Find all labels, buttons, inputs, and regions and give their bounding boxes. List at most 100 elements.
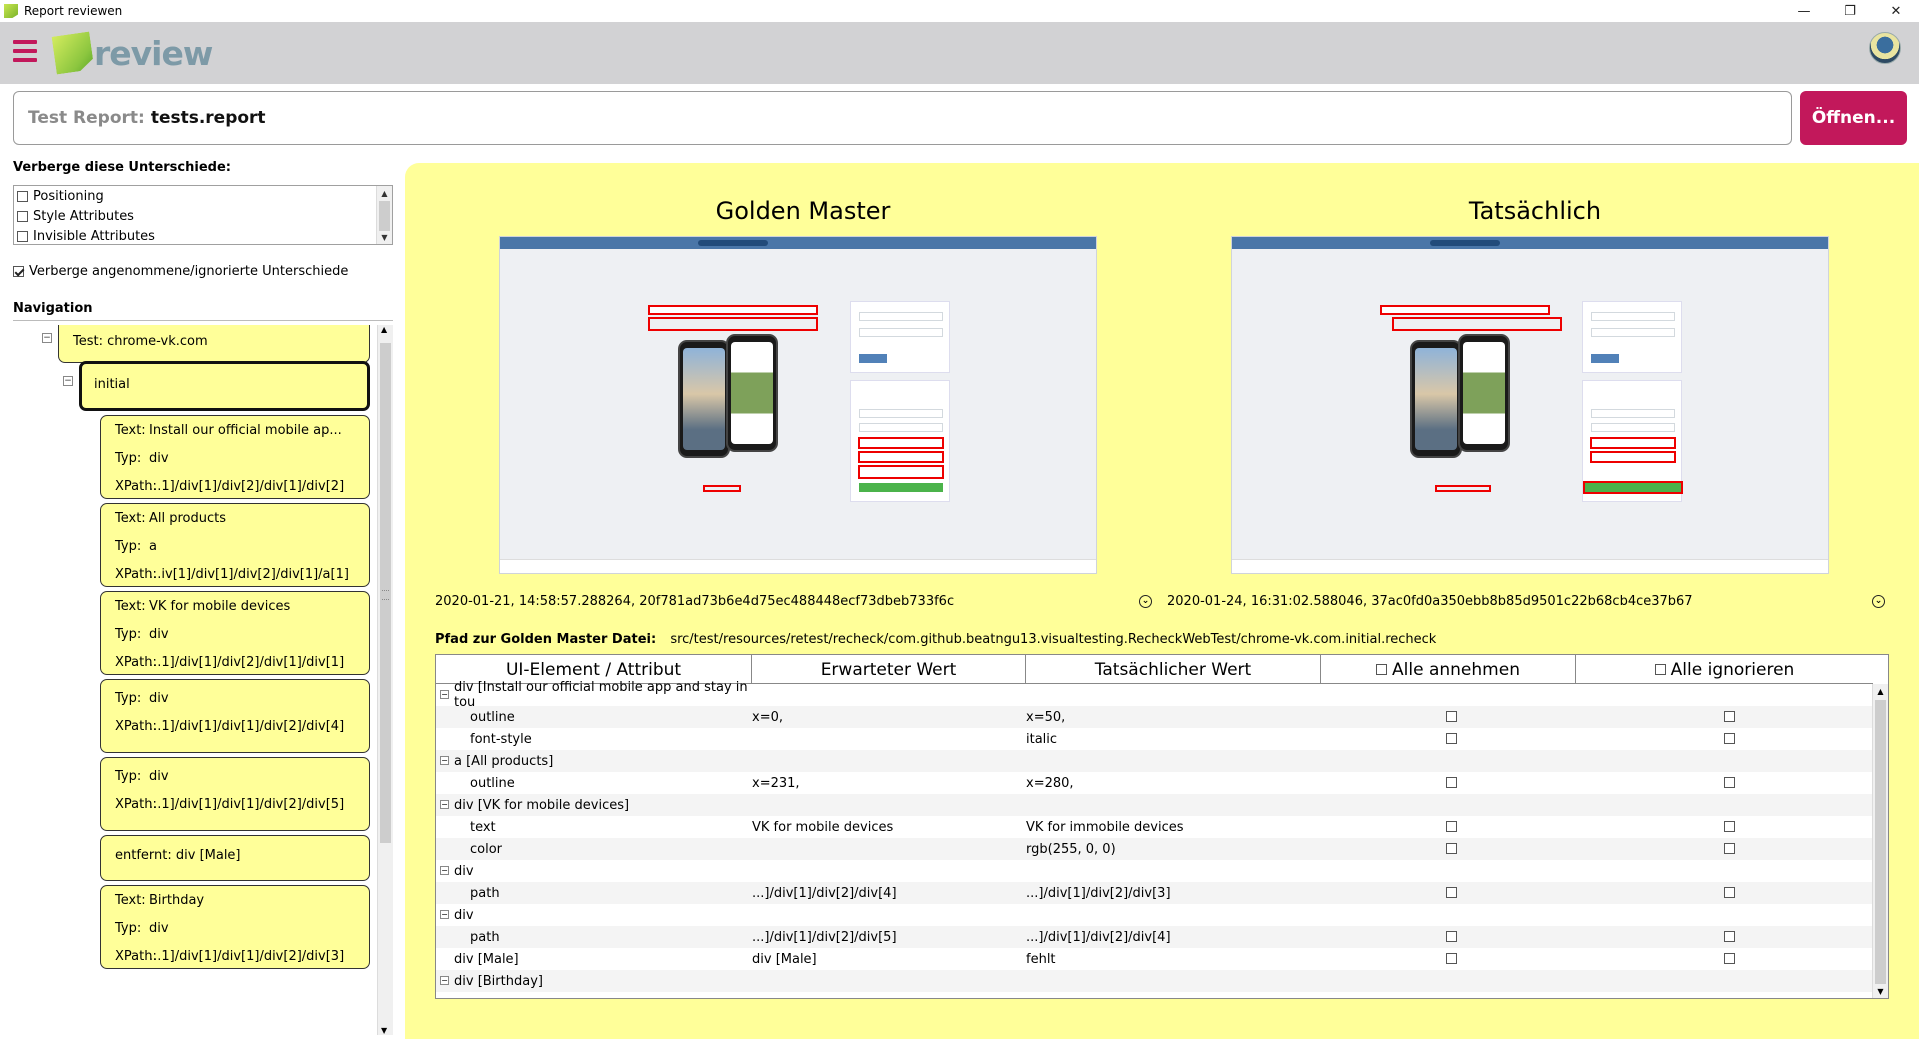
left-panel: Verberge diese Unterschiede: Positioning… [13,160,393,1039]
nav-test-node[interactable]: Test: chrome-vk.com [58,325,370,363]
actual-title: Tatsächlich [1468,197,1602,225]
restore-icon[interactable]: ❐ [1827,0,1873,22]
row-element-name: outline [470,775,515,791]
window-title: Report reviewen [24,4,123,18]
nav-diff-item[interactable]: Typ: div XPath: ...1]/div[1]/div[1]/div[2]… [100,757,370,831]
minimize-icon[interactable]: — [1781,0,1827,22]
accept-checkbox[interactable] [1446,887,1457,898]
golden-master-path: Pfad zur Golden Master Datei: src/test/r… [435,632,1436,647]
phone-image [678,340,730,458]
ignore-checkbox[interactable] [1724,733,1735,744]
nav-diff-item[interactable]: Text: Birthday Typ: div XPath: ...1]/div[1]… [100,885,370,969]
scroll-up-icon[interactable]: ▲ [1873,684,1888,698]
col-actual[interactable]: Tatsächlicher Wert [1026,655,1321,684]
table-row[interactable]: text VK for mobile devices VK for immobile… [436,816,1873,838]
checkbox-icon[interactable] [17,190,28,202]
ignore-checkbox[interactable] [1724,711,1735,722]
table-row[interactable]: − div [VK for mobile devices] [436,794,1873,816]
checkbox-checked-icon[interactable] [13,266,24,277]
scroll-up-icon[interactable]: ▲ [377,186,392,200]
row-actual-value: rgb(255, 0, 0) [1026,841,1116,857]
table-row[interactable]: − div [Birthday] [436,970,1873,992]
row-expected-value: ...]/div[1]/div[2]/div[5] [752,929,897,945]
accept-checkbox[interactable] [1446,733,1457,744]
gm-path-value: src/test/resources/retest/recheck/com.gi… [670,632,1437,647]
hide-accepted-toggle[interactable]: Verberge angenommene/ignorierte Untersch… [13,264,348,279]
accept-checkbox[interactable] [1446,821,1457,832]
row-element-name: a [All products] [454,753,554,769]
vk-header-bar [1232,237,1828,249]
chevron-down-icon[interactable]: ⌄ [1872,595,1885,608]
col-accept-all[interactable]: Alle annehmen [1321,655,1576,684]
scroll-grip-icon [382,590,389,600]
row-element-name: path [470,885,500,901]
table-row[interactable]: − div [436,904,1873,926]
row-element-name: font-style [470,731,532,747]
checkbox-icon[interactable] [1654,664,1666,675]
filter-style-attributes[interactable]: Style Attributes [14,206,392,226]
table-scrollbar[interactable]: ▲ ▼ [1872,684,1888,998]
filter-positioning[interactable]: Positioning [14,186,392,206]
golden-master-screenshot[interactable] [499,236,1097,574]
table-row[interactable]: outline x=0, x=50, [436,706,1873,728]
table-row[interactable]: path ...]/div[1]/div[2]/div[5] ...]/div[1]… [436,926,1873,948]
nav-diff-item[interactable]: Text: Install our official mobile ap... T… [100,415,370,499]
table-row[interactable]: − div [436,860,1873,882]
window-controls: — ❐ ✕ [1781,0,1919,22]
close-icon[interactable]: ✕ [1873,0,1919,22]
report-path-field[interactable]: Test Report: tests.report [13,91,1792,145]
open-button[interactable]: Öffnen... [1800,91,1907,145]
nav-diff-item[interactable]: Typ: div XPath: ...1]/div[1]/div[1]/div[2]… [100,679,370,753]
scroll-thumb[interactable] [379,201,390,231]
review-logo: review [52,28,213,78]
logo-mark-icon [52,32,95,75]
nav-removed-item[interactable]: entfernt: div [Male] [100,835,370,881]
col-expected[interactable]: Erwarteter Wert [752,655,1026,684]
nav-initial-node[interactable]: initial [79,361,370,411]
accept-checkbox[interactable] [1446,711,1457,722]
ignore-checkbox[interactable] [1724,843,1735,854]
col-ignore-all[interactable]: Alle ignorieren [1576,655,1873,684]
navigation-scrollbar[interactable]: ▲ ▼ [377,325,393,1035]
ignore-checkbox[interactable] [1724,953,1735,964]
chevron-down-icon[interactable]: ⌄ [1139,595,1152,608]
accept-checkbox[interactable] [1446,931,1457,942]
table-row[interactable]: font-style italic [436,728,1873,750]
row-actual-value: ...]/div[1]/div[2]/div[3] [1026,885,1171,901]
table-row[interactable]: path ...]/div[1]/div[2]/div[4] ...]/div[1]… [436,882,1873,904]
collapse-icon[interactable]: − [63,376,73,386]
nav-diff-item[interactable]: Text: All products Typ: a XPath: ...iv[1]/d… [100,503,370,587]
accept-checkbox[interactable] [1446,777,1457,788]
row-actual-value: ...]/div[1]/div[2]/div[4] [1026,929,1171,945]
scroll-down-icon[interactable]: ▼ [377,230,392,244]
table-row[interactable]: − div [Install our official mobile app an… [436,680,1873,710]
report-label: Test Report: [28,108,145,128]
checkbox-icon[interactable] [1376,664,1388,675]
collapse-icon[interactable]: − [42,333,52,343]
hamburger-menu-icon[interactable] [13,40,37,62]
ignore-checkbox[interactable] [1724,777,1735,788]
checkbox-icon[interactable] [17,230,28,242]
ignore-checkbox[interactable] [1724,931,1735,942]
checkbox-icon[interactable] [17,210,28,222]
accept-checkbox[interactable] [1446,843,1457,854]
table-row[interactable]: − a [All products] [436,750,1873,772]
scroll-down-icon[interactable]: ▼ [1873,984,1888,998]
scroll-up-icon[interactable]: ▲ [381,325,387,334]
ignore-checkbox[interactable] [1724,821,1735,832]
table-row[interactable]: div [Male] div [Male] fehlt [436,948,1873,970]
scroll-down-icon[interactable]: ▼ [381,1026,387,1035]
scroll-thumb[interactable] [1875,700,1886,984]
accept-checkbox[interactable] [1446,953,1457,964]
filter-list: Positioning Style Attributes Invisible A… [13,185,393,245]
filter-scrollbar[interactable]: ▲ ▼ [376,186,392,244]
table-row[interactable]: outline x=231, x=280, [436,772,1873,794]
filter-invisible-attributes[interactable]: Invisible Attributes [14,226,392,246]
ignore-checkbox[interactable] [1724,887,1735,898]
nav-diff-item[interactable]: Text: VK for mobile devices Typ: div XPath… [100,591,370,675]
diff-highlight [1435,485,1491,492]
user-avatar[interactable] [1869,32,1901,64]
table-row[interactable]: color rgb(255, 0, 0) [436,838,1873,860]
actual-screenshot[interactable] [1231,236,1829,574]
row-element-name: text [470,819,496,835]
